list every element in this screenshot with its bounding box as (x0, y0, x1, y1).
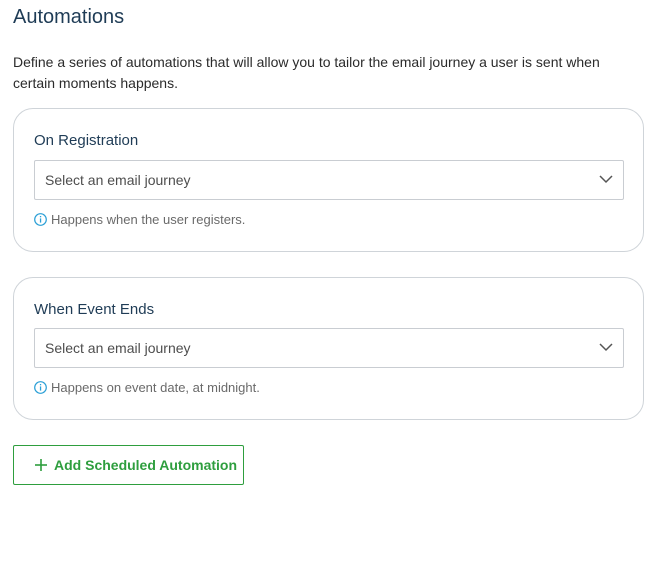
page-description: Define a series of automations that will… (13, 54, 600, 91)
automations-page: Automations Define a series of automatio… (0, 0, 664, 588)
add-button-label: Add Scheduled Automation (54, 457, 238, 473)
add-scheduled-automation-button[interactable]: Add Scheduled Automation (13, 445, 244, 485)
info-icon (34, 213, 47, 226)
automation-hint: Happens when the user registers. (34, 212, 245, 227)
automation-card-on-registration: On Registration Select an email journey … (13, 108, 644, 252)
automation-label: On Registration (34, 132, 139, 149)
automation-card-when-event-ends: When Event Ends Select an email journey … (13, 277, 644, 420)
hint-text: Happens when the user registers. (51, 212, 246, 227)
email-journey-select[interactable]: Select an email journey (34, 328, 624, 368)
automation-label: When Event Ends (34, 301, 155, 318)
chevron-down-icon (599, 343, 613, 352)
chevron-down-icon (599, 175, 613, 184)
select-placeholder: Select an email journey (45, 340, 191, 356)
select-placeholder: Select an email journey (45, 172, 191, 188)
email-journey-select[interactable]: Select an email journey (34, 160, 624, 200)
hint-text: Happens on event date, at midnight. (51, 380, 260, 395)
automation-hint: Happens on event date, at midnight. (34, 380, 260, 395)
info-icon (34, 381, 47, 394)
plus-icon (35, 459, 47, 471)
page-title: Automations (13, 6, 125, 28)
